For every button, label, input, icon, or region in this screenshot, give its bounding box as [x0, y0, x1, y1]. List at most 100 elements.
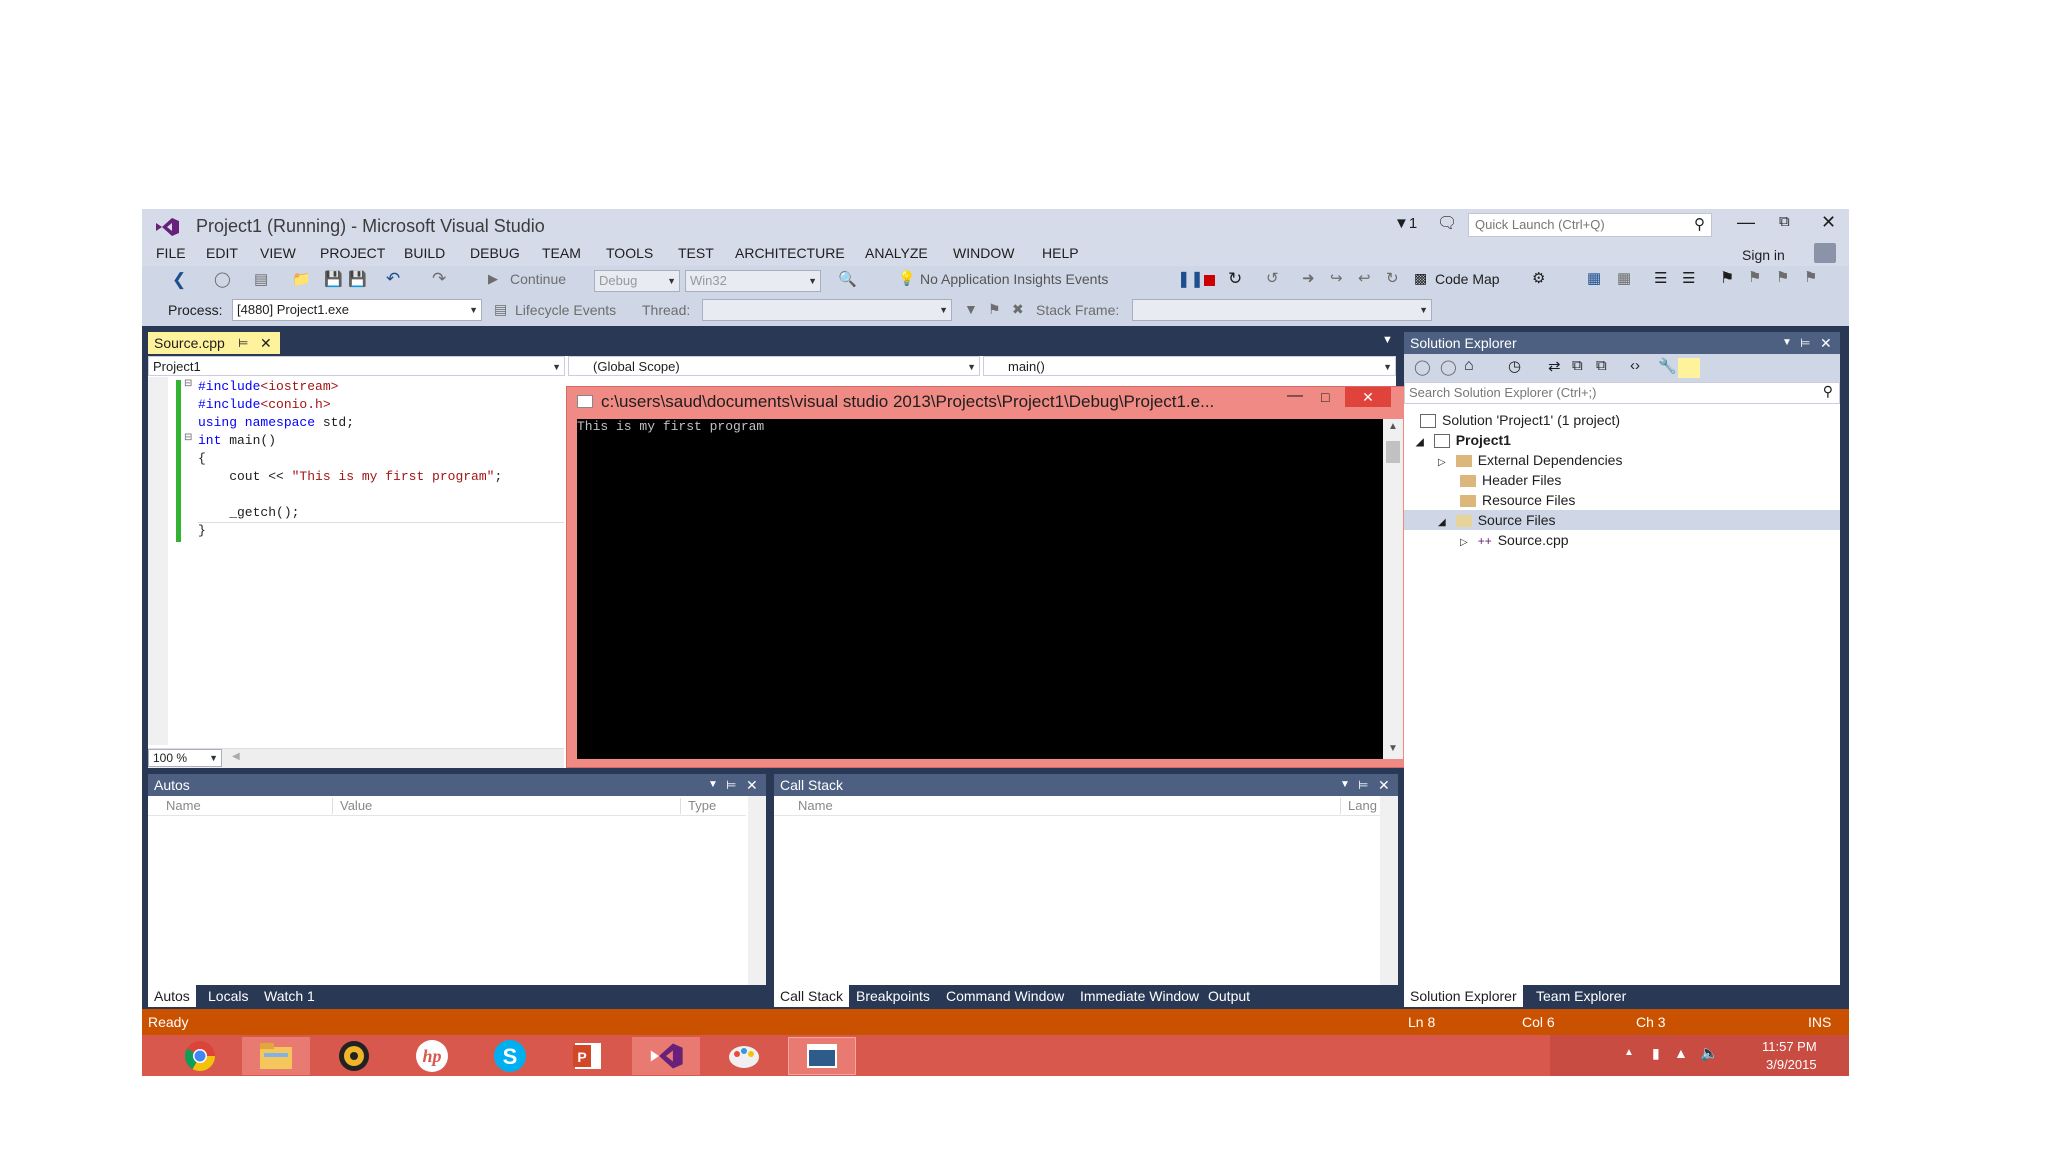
menu-architecture[interactable]: ARCHITECTURE: [735, 245, 845, 261]
skype-icon[interactable]: S: [476, 1037, 544, 1075]
tree-solution[interactable]: Solution 'Project1' (1 project): [1420, 410, 1620, 430]
menu-test[interactable]: TEST: [678, 245, 714, 261]
show-all-files-icon[interactable]: ⧉: [1596, 357, 1607, 374]
pin-icon[interactable]: ⊨: [726, 774, 736, 796]
tab-team-explorer[interactable]: Team Explorer: [1530, 985, 1632, 1007]
dropdown-icon[interactable]: ▼: [708, 774, 718, 796]
pin-icon[interactable]: ⊨: [1358, 774, 1368, 796]
tab-watch-1[interactable]: Watch 1: [258, 985, 321, 1007]
feedback-icon[interactable]: 🗨: [1437, 213, 1457, 233]
console-scrollbar[interactable]: ▲ ▼: [1383, 419, 1403, 759]
project-combo[interactable]: Project1 ▼: [148, 356, 565, 376]
menu-project[interactable]: PROJECT: [320, 245, 385, 261]
filter-icon[interactable]: ▼: [964, 301, 978, 317]
menu-window[interactable]: WINDOW: [953, 245, 1014, 261]
tab-output[interactable]: Output: [1202, 985, 1256, 1007]
tab-command-window[interactable]: Command Window: [940, 985, 1070, 1007]
column-name[interactable]: Name: [798, 796, 833, 816]
step-into-icon[interactable]: ➜: [1302, 269, 1315, 287]
redo-icon[interactable]: ↷: [432, 269, 446, 289]
menu-file[interactable]: FILE: [156, 245, 186, 261]
code-line-8[interactable]: _getch();: [198, 504, 299, 522]
zoom-select[interactable]: 100 % ▼: [148, 749, 222, 767]
view-code-icon[interactable]: ‹›: [1630, 357, 1640, 374]
quick-launch-box[interactable]: Quick Launch (Ctrl+Q) ⚲: [1468, 213, 1712, 237]
save-icon[interactable]: 💾: [324, 270, 343, 288]
paint-icon[interactable]: [710, 1037, 778, 1075]
code-line-4[interactable]: int main(): [198, 432, 276, 450]
sync-icon[interactable]: ⇄: [1548, 357, 1561, 375]
uncomment-icon[interactable]: ☰: [1682, 269, 1695, 287]
menu-help[interactable]: HELP: [1042, 245, 1079, 261]
sign-in-link[interactable]: Sign in: [1742, 247, 1785, 263]
tab-autos[interactable]: Autos: [148, 985, 196, 1007]
network-icon[interactable]: ▲: [1674, 1045, 1688, 1061]
bookmark-icon[interactable]: ⚑: [1720, 268, 1734, 288]
collapse-all-icon[interactable]: ⧉: [1572, 357, 1583, 374]
column-lang[interactable]: Lang: [1348, 796, 1377, 816]
tree-project[interactable]: ◢ Project1: [1416, 430, 1511, 450]
call-stack-scrollbar[interactable]: [1380, 796, 1398, 985]
collapse-icon[interactable]: ⊟: [184, 432, 192, 443]
column-name[interactable]: Name: [166, 796, 201, 816]
pin-icon[interactable]: ⊨: [1800, 332, 1810, 354]
hp-icon[interactable]: hp: [398, 1037, 466, 1075]
comment-icon[interactable]: ☰: [1654, 269, 1667, 287]
battery-icon[interactable]: ▮: [1652, 1045, 1660, 1062]
history-icon[interactable]: ◷: [1508, 357, 1521, 375]
scroll-thumb[interactable]: [1386, 441, 1400, 463]
tree-external-dependencies[interactable]: ▷ External Dependencies: [1438, 450, 1622, 470]
menu-team[interactable]: TEAM: [542, 245, 581, 261]
console-maximize-button[interactable]: □: [1321, 389, 1329, 405]
restart-icon[interactable]: ↻: [1228, 269, 1242, 289]
visual-studio-icon[interactable]: [632, 1037, 700, 1075]
tab-solution-explorer[interactable]: Solution Explorer: [1404, 985, 1523, 1007]
tree-source-cpp[interactable]: ▷ ++ Source.cpp: [1460, 530, 1569, 550]
continue-icon[interactable]: ▶: [488, 271, 498, 287]
account-icon[interactable]: [1814, 243, 1836, 263]
code-line-9[interactable]: }: [198, 522, 206, 540]
dropdown-icon[interactable]: ▼: [1782, 332, 1792, 354]
tab-locals[interactable]: Locals: [202, 985, 254, 1007]
insights-label[interactable]: No Application Insights Events: [920, 271, 1108, 287]
undo-icon[interactable]: ↶: [386, 269, 400, 289]
forward-icon[interactable]: ◯: [1440, 358, 1457, 376]
dropdown-icon[interactable]: ▼: [1340, 774, 1350, 796]
column-value[interactable]: Value: [340, 796, 372, 816]
show-hidden-icons[interactable]: ▲: [1624, 1047, 1634, 1058]
lifecycle-events-button[interactable]: Lifecycle Events: [515, 302, 616, 318]
open-folder-icon[interactable]: 📁: [292, 270, 311, 288]
code-line-1[interactable]: #include<iostream>: [198, 378, 338, 396]
console-minimize-button[interactable]: —: [1287, 387, 1303, 405]
autos-scrollbar[interactable]: [748, 796, 766, 985]
step-out-icon[interactable]: ↩: [1358, 269, 1371, 287]
close-tab-icon[interactable]: ✕: [260, 332, 272, 354]
thread-switch-icon[interactable]: ✖: [1012, 301, 1024, 318]
code-line-5[interactable]: {: [198, 450, 206, 468]
code-line-3[interactable]: using namespace std;: [198, 414, 354, 432]
solution-search-box[interactable]: Search Solution Explorer (Ctrl+;) ⚲: [1404, 382, 1840, 404]
code-map-button[interactable]: Code Map: [1435, 271, 1500, 287]
thread-select[interactable]: ▼: [702, 299, 952, 321]
file-explorer-icon[interactable]: [242, 1037, 310, 1075]
pause-icon[interactable]: ❚❚: [1177, 269, 1204, 289]
close-icon[interactable]: ✕: [746, 774, 758, 796]
prev-bookmark-icon[interactable]: ⚑: [1748, 268, 1761, 286]
menu-build[interactable]: BUILD: [404, 245, 445, 261]
tree-source-files[interactable]: ◢ Source Files: [1438, 510, 1556, 530]
close-button[interactable]: ✕: [1821, 212, 1836, 233]
tab-immediate-window[interactable]: Immediate Window: [1074, 985, 1205, 1007]
notifications-flag[interactable]: ▼1: [1394, 215, 1417, 232]
hex-icon[interactable]: ⚙: [1532, 269, 1545, 287]
menu-debug[interactable]: DEBUG: [470, 245, 520, 261]
tab-source-cpp[interactable]: Source.cpp ⊨ ✕: [148, 332, 280, 354]
menu-tools[interactable]: TOOLS: [606, 245, 653, 261]
step-over-icon[interactable]: ↪: [1330, 269, 1343, 287]
scope-combo[interactable]: (Global Scope) ▼: [568, 356, 980, 376]
show-next-statement-icon[interactable]: ↺: [1266, 269, 1279, 287]
clear-bookmarks-icon[interactable]: ⚑: [1804, 268, 1817, 286]
scroll-up-icon[interactable]: ▲: [1388, 421, 1398, 432]
close-icon[interactable]: ✕: [1378, 774, 1390, 796]
forward-icon[interactable]: ◯: [214, 270, 231, 288]
menu-analyze[interactable]: ANALYZE: [865, 245, 928, 261]
